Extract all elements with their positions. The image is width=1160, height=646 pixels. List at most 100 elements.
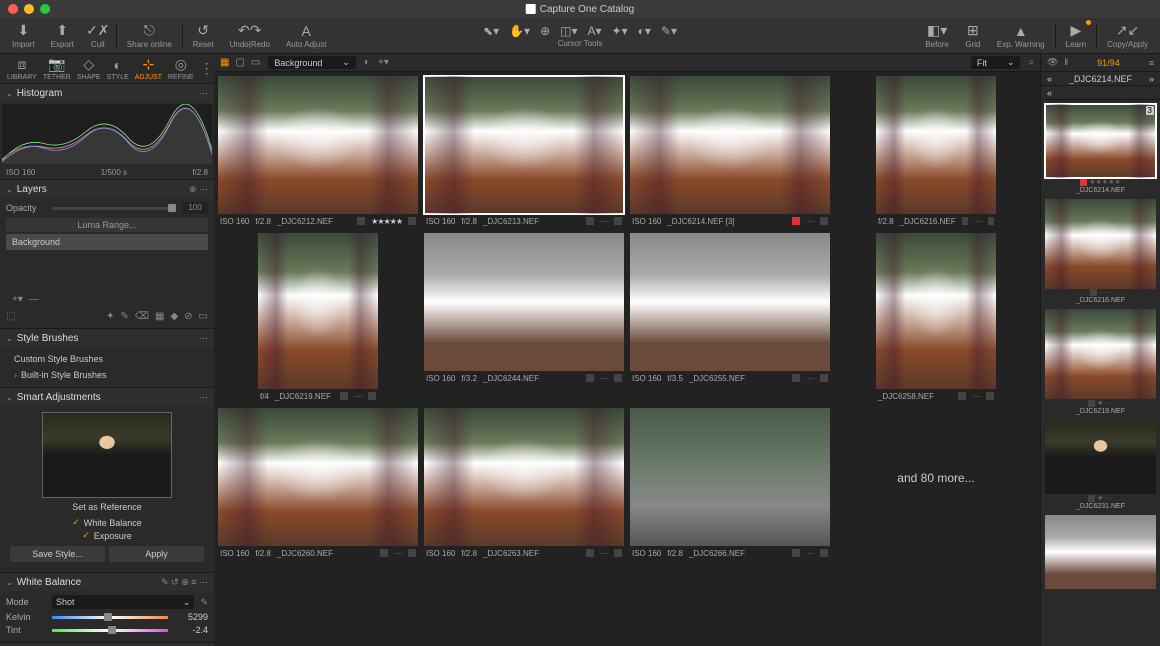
tab-style[interactable]: ◐STYLE xyxy=(104,55,132,83)
check-wb[interactable]: ✓White Balance xyxy=(72,516,142,529)
minimize-icon[interactable] xyxy=(24,4,34,14)
invert-icon[interactable]: ⊘ xyxy=(184,311,192,322)
picker-tool-icon[interactable]: ✎▾ xyxy=(661,24,677,38)
apply-button[interactable]: Apply xyxy=(109,546,204,562)
add-layer-icon[interactable]: +▾ xyxy=(12,294,23,305)
thumbnail-image[interactable] xyxy=(630,76,830,214)
filmstrip-view-icon[interactable]: ▭ xyxy=(251,57,260,68)
tint-value[interactable]: -2.4 xyxy=(174,625,208,635)
fullscreen-icon[interactable] xyxy=(40,4,50,14)
copy-apply-button[interactable]: ↗↙Copy/Apply xyxy=(1103,21,1152,51)
tab-tether[interactable]: 📷TETHER xyxy=(40,54,74,83)
auto-adjust-button[interactable]: AAuto Adjust xyxy=(282,21,330,51)
brush-icon[interactable]: ✎ xyxy=(120,311,128,322)
layer-background[interactable]: Background xyxy=(6,234,208,250)
mode-select[interactable]: Shot⌄ xyxy=(52,595,194,609)
kelvin-value[interactable]: 5299 xyxy=(174,612,208,622)
tab-library[interactable]: ⧈LIBRARY xyxy=(4,54,40,83)
delete-layer-icon[interactable]: — xyxy=(29,294,39,305)
crop-tool-icon[interactable]: ◫▾ xyxy=(560,24,577,38)
check-exposure[interactable]: ✓Exposure xyxy=(82,529,132,542)
thumbnail-image[interactable] xyxy=(424,76,624,214)
tab-adjust[interactable]: ⊹ADJUST xyxy=(132,54,165,83)
prev-variant-icon[interactable]: « xyxy=(1047,74,1052,84)
prev-icon[interactable]: « xyxy=(1047,88,1052,98)
wand-icon[interactable]: ✦ xyxy=(106,311,114,322)
thumbnail-image[interactable] xyxy=(218,76,418,214)
thumbnail-image[interactable] xyxy=(424,233,624,371)
next-variant-icon[interactable]: » xyxy=(1149,74,1154,84)
thumbnail-image[interactable] xyxy=(876,76,996,214)
custom-brushes[interactable]: Custom Style Brushes xyxy=(0,351,214,367)
fill-icon[interactable]: ◆ xyxy=(170,311,178,322)
thumbnail-cell[interactable]: ISO 160f/2.8_DJC6266.NEF····· xyxy=(630,408,830,559)
thumbnail-cell[interactable]: ISO 160f/2.8_DJC6212.NEF★★★★★ xyxy=(218,76,418,227)
layer-select[interactable]: Background⌄ xyxy=(268,56,356,69)
filmstrip-item[interactable]: 3 ★★★★★_DJC6214.NEF xyxy=(1045,104,1156,195)
undo-button[interactable]: ↶↷Undo|Redo xyxy=(226,21,274,51)
tint-slider[interactable] xyxy=(52,629,168,632)
pause-icon[interactable]: ‖ xyxy=(1064,57,1068,68)
thumbnail-cell[interactable]: ISO 160_DJC6214.NEF [3]····· xyxy=(630,76,830,227)
clear-icon[interactable]: ▭ xyxy=(199,311,208,322)
filmstrip-item[interactable]: ·····_DJC6216.NEF xyxy=(1045,199,1156,305)
layers-header[interactable]: ⌄Layers⊕ ⋯ xyxy=(0,180,214,198)
heal-tool-icon[interactable]: ✦▾ xyxy=(612,24,628,38)
thumbnail-image[interactable] xyxy=(630,408,830,546)
menu-icon[interactable]: ≡ xyxy=(1149,58,1154,68)
share-button[interactable]: ⎋Share online xyxy=(123,21,176,51)
learn-button[interactable]: ▶Learn xyxy=(1062,21,1090,51)
histogram-header[interactable]: ⌄Histogram⋯ xyxy=(0,84,214,102)
single-view-icon[interactable]: ▢ xyxy=(235,57,244,68)
tab-refine[interactable]: ◎REFINE xyxy=(165,54,197,83)
save-style-button[interactable]: Save Style... xyxy=(10,546,105,562)
thumbnail-cell[interactable]: ISO 160f/2.8_DJC6260.NEF····· xyxy=(218,408,418,559)
mask-tool-icon[interactable]: ◐▾ xyxy=(638,24,651,38)
filmstrip-item[interactable]: ★····_DJC6219.NEF xyxy=(1045,309,1156,416)
exp-warning-button[interactable]: ▲Exp. Warning xyxy=(993,21,1049,51)
brushes-header[interactable]: ⌄Style Brushes⋯ xyxy=(0,329,214,347)
thumbnail-image[interactable] xyxy=(630,233,830,371)
opacity-slider[interactable] xyxy=(52,207,176,210)
zoom-select[interactable]: Fit⌄ xyxy=(971,56,1021,69)
thumbnail-cell[interactable]: _DJC6258.NEF····· xyxy=(876,233,996,402)
grid-button[interactable]: ⊞Grid xyxy=(961,21,985,51)
close-icon[interactable] xyxy=(8,4,18,14)
smart-header[interactable]: ⌄Smart Adjustments⋯ xyxy=(0,388,214,406)
brush-tool-icon[interactable]: A▾ xyxy=(588,24,602,38)
thumbnail-cell[interactable]: ISO 160f/2.8_DJC6263.NEF····· xyxy=(424,408,624,559)
filmstrip-item[interactable]: ★····_DJC6231.NEF xyxy=(1045,420,1156,511)
import-button[interactable]: ⬇Import xyxy=(8,21,39,51)
pointer-tool-icon[interactable]: ⬉▾ xyxy=(483,24,499,38)
thumbnail-cell[interactable]: f/4_DJC6219.NEF····· xyxy=(258,233,378,402)
wb-header[interactable]: ⌄White Balance✎ ↺ ⊕ ≡ ⋯ xyxy=(0,573,214,591)
gradient-icon[interactable]: ▦ xyxy=(155,311,164,322)
thumbnail-image[interactable] xyxy=(424,408,624,546)
kelvin-slider[interactable] xyxy=(52,616,168,619)
grid-view-icon[interactable]: ▦ xyxy=(220,57,229,68)
erase-icon[interactable]: ⌫ xyxy=(135,311,149,322)
thumbnail-image[interactable] xyxy=(258,233,378,389)
thumbnail-cell[interactable]: ISO 160f/3.5_DJC6255.NEF····· xyxy=(630,233,830,402)
eye-icon[interactable]: 👁 xyxy=(1047,57,1058,68)
adjustment-icon[interactable]: ⬚ xyxy=(6,311,15,322)
add-icon[interactable]: +▾ xyxy=(378,57,389,68)
reset-button[interactable]: ↺Reset xyxy=(189,21,218,51)
export-button[interactable]: ⬆Export xyxy=(47,21,78,51)
thumbnail-cell[interactable]: f/2.8_DJC6216.NEF····· xyxy=(876,76,996,227)
search-icon[interactable]: ⌕ xyxy=(1028,57,1034,68)
thumbnail-cell[interactable]: ISO 160f/2.8_DJC6213.NEF····· xyxy=(424,76,624,227)
luma-range-button[interactable]: Luma Range... xyxy=(6,218,208,232)
filter-icon[interactable]: ◐ xyxy=(364,57,370,68)
hand-tool-icon[interactable]: ✋▾ xyxy=(509,24,530,38)
filmstrip[interactable]: 3 ★★★★★_DJC6214.NEF ·····_DJC6216.NEF ★·… xyxy=(1041,100,1160,646)
thumbnail-image[interactable] xyxy=(218,408,418,546)
builtin-brushes[interactable]: Built-in Style Brushes xyxy=(0,367,214,383)
before-button[interactable]: ◧▾Before xyxy=(921,21,953,51)
picker-icon[interactable]: ✎ xyxy=(200,597,208,608)
reference-thumbnail[interactable] xyxy=(42,412,172,498)
cull-button[interactable]: ✓✗Cull xyxy=(86,21,110,51)
thumbnail-cell[interactable]: ISO 160f/3.2_DJC6244.NEF····· xyxy=(424,233,624,402)
thumbnail-image[interactable] xyxy=(876,233,996,389)
filmstrip-item[interactable] xyxy=(1045,515,1156,589)
